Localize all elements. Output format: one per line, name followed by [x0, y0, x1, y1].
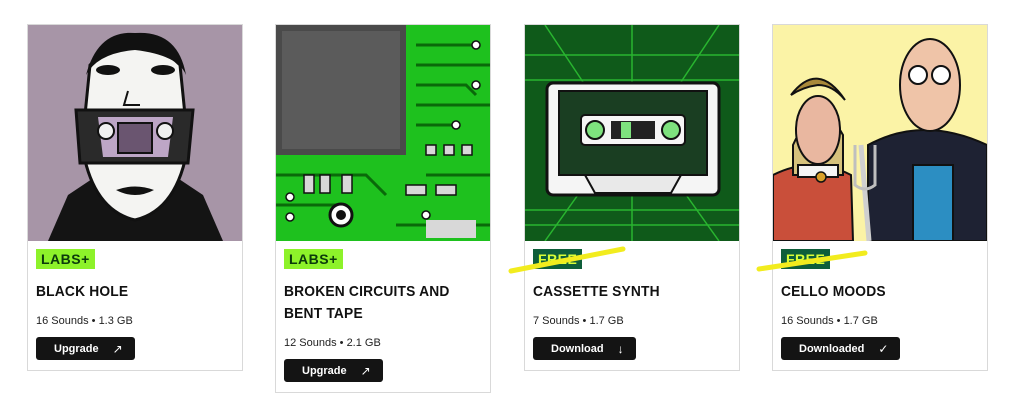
pack-title[interactable]: CELLO MOODS	[781, 281, 979, 303]
free-badge: FREE	[756, 249, 868, 272]
button-label: Download	[551, 342, 604, 355]
labs-plus-badge: LABS+	[284, 249, 343, 269]
upgrade-button[interactable]: Upgrade ↗	[36, 337, 135, 360]
free-badge: FREE	[508, 246, 626, 274]
pack-card-cello-moods[interactable]: FREE CELLO MOODS 16 Sounds • 1.7 GB Down…	[756, 24, 988, 371]
pack-artwork[interactable]	[525, 25, 739, 241]
pack-card-cassette-synth[interactable]: FREE CASSETTE SYNTH 7 Sounds • 1.7 GB Do…	[508, 24, 740, 371]
pack-artwork[interactable]	[28, 25, 242, 241]
button-label: Upgrade	[54, 342, 99, 355]
pack-artwork[interactable]	[276, 25, 490, 241]
pack-card-broken-circuits[interactable]: LABS+ BROKEN CIRCUITS AND BENT TAPE 12 S…	[275, 24, 491, 393]
pack-grid: LABS+ BLACK HOLE 16 Sounds • 1.3 GB Upgr…	[0, 0, 1020, 409]
pack-card-black-hole[interactable]: LABS+ BLACK HOLE 16 Sounds • 1.3 GB Upgr…	[27, 24, 243, 371]
button-label: Upgrade	[302, 364, 347, 377]
pack-info: 16 Sounds • 1.3 GB	[36, 315, 133, 327]
check-icon: ✓	[878, 341, 889, 356]
pack-title[interactable]: CASSETTE SYNTH	[533, 281, 731, 303]
button-label: Downloaded	[799, 342, 865, 355]
badge-label: FREE	[786, 251, 826, 267]
download-button[interactable]: Download ↓	[533, 337, 636, 360]
arrow-up-right-icon: ↗	[112, 341, 123, 356]
arrow-down-icon: ↓	[617, 341, 624, 356]
pack-info: 12 Sounds • 2.1 GB	[284, 337, 381, 349]
pack-info: 16 Sounds • 1.7 GB	[781, 315, 878, 327]
pack-title[interactable]: BLACK HOLE	[36, 281, 234, 303]
downloaded-button[interactable]: Downloaded ✓	[781, 337, 901, 360]
arrow-up-right-icon: ↗	[360, 363, 371, 378]
pack-title[interactable]: BROKEN CIRCUITS AND BENT TAPE	[284, 281, 482, 325]
labs-plus-badge: LABS+	[36, 249, 95, 269]
upgrade-button[interactable]: Upgrade ↗	[284, 359, 383, 382]
pack-info: 7 Sounds • 1.7 GB	[533, 315, 624, 327]
badge-label: FREE	[538, 251, 578, 267]
pack-artwork[interactable]	[773, 25, 987, 241]
